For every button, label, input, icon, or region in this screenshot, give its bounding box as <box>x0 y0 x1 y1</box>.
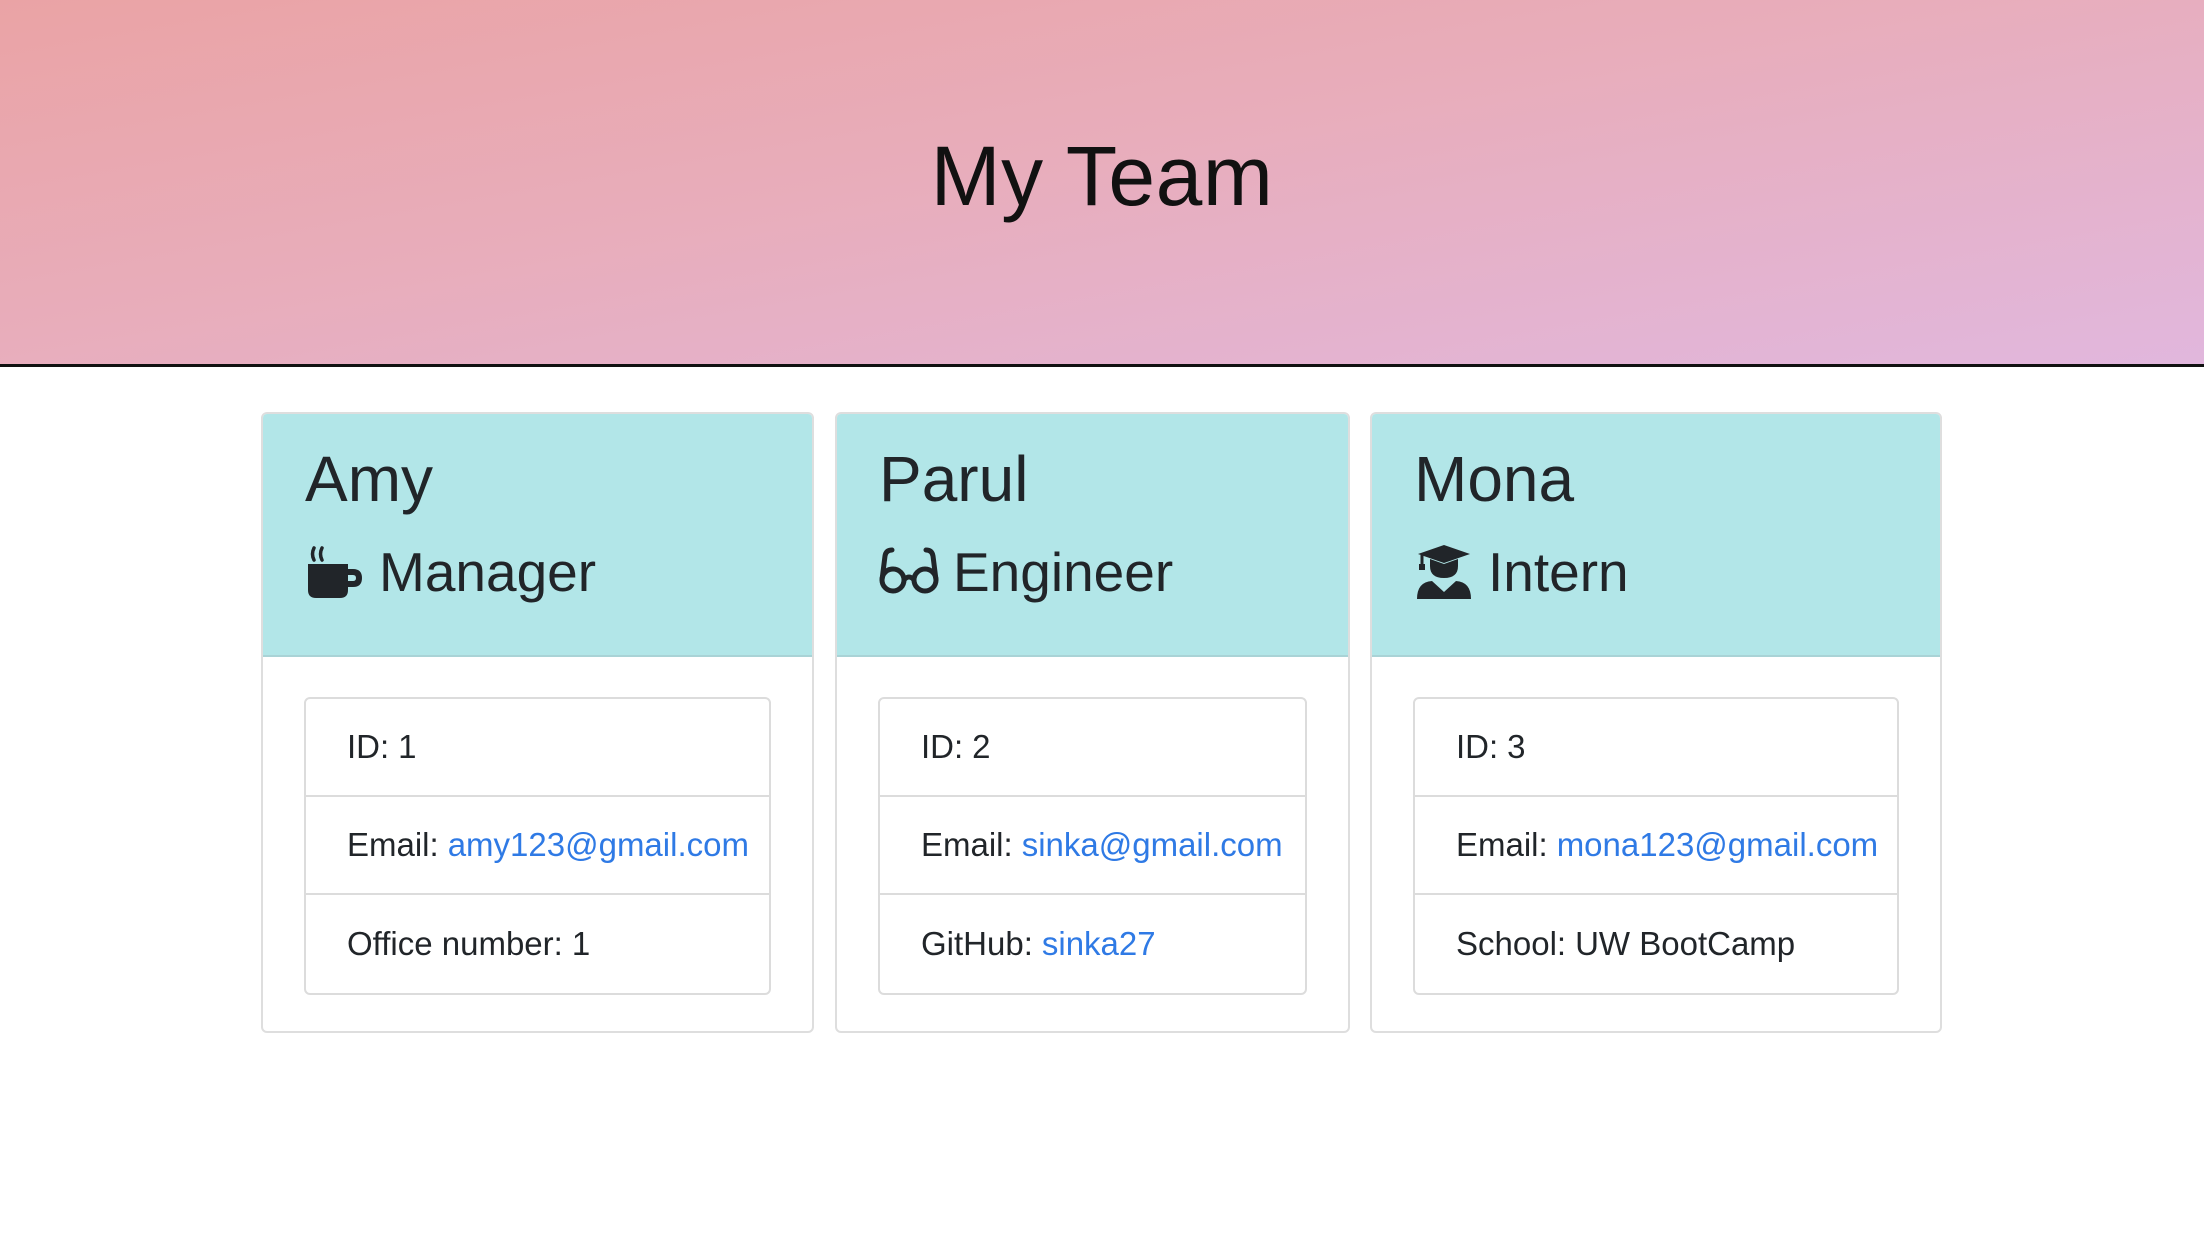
card-header: Parul Engineer <box>837 414 1348 657</box>
school-value: UW BootCamp <box>1575 925 1796 962</box>
id-label: ID: <box>347 728 390 765</box>
list-item-email: Email: amy123@gmail.com <box>306 797 769 895</box>
card-header: Amy Manager <box>263 414 812 657</box>
office-number-value: 1 <box>571 925 591 962</box>
id-label: ID: <box>1456 728 1499 765</box>
school-label: School: <box>1456 925 1567 962</box>
role-label: Engineer <box>953 541 1174 603</box>
header-banner: My Team <box>0 0 2204 367</box>
email-label: Email: <box>347 826 439 863</box>
list-item-id: ID: 1 <box>306 699 769 797</box>
employee-card-manager: Amy Manager ID: 1 Email: amy123@gmail.co… <box>261 412 814 1033</box>
details-list: ID: 2 Email: sinka@gmail.com GitHub: sin… <box>878 697 1307 995</box>
github-label: GitHub: <box>921 925 1033 962</box>
email-label: Email: <box>1456 826 1548 863</box>
details-list: ID: 1 Email: amy123@gmail.com Office num… <box>304 697 771 995</box>
employee-name: Parul <box>879 443 1029 515</box>
id-value: 2 <box>972 728 991 765</box>
id-value: 1 <box>398 728 417 765</box>
glasses-icon <box>879 542 939 602</box>
email-label: Email: <box>921 826 1013 863</box>
list-item-email: Email: mona123@gmail.com <box>1415 797 1897 895</box>
employee-role: Manager <box>305 536 596 608</box>
github-link[interactable]: sinka27 <box>1042 925 1156 963</box>
id-label: ID: <box>921 728 964 765</box>
employee-card-intern: Mona Intern ID: 3 Email: mona123@gmail.c… <box>1370 412 1942 1033</box>
email-link[interactable]: sinka@gmail.com <box>1022 826 1283 864</box>
employee-role: Engineer <box>879 536 1173 608</box>
role-label: Manager <box>379 541 597 603</box>
email-link[interactable]: mona123@gmail.com <box>1557 826 1878 864</box>
card-header: Mona Intern <box>1372 414 1940 657</box>
email-link[interactable]: amy123@gmail.com <box>448 826 749 864</box>
id-value: 3 <box>1507 728 1526 765</box>
office-number-label: Office number: <box>347 925 563 962</box>
details-list: ID: 3 Email: mona123@gmail.com School: U… <box>1413 697 1899 995</box>
graduate-icon <box>1414 542 1474 602</box>
list-item-id: ID: 3 <box>1415 699 1897 797</box>
employee-name: Mona <box>1414 443 1575 515</box>
list-item-github: GitHub: sinka27 <box>880 895 1305 993</box>
page-title: My Team <box>930 129 1274 223</box>
role-label: Intern <box>1488 541 1629 603</box>
list-item-email: Email: sinka@gmail.com <box>880 797 1305 895</box>
list-item-school: School: UW BootCamp <box>1415 895 1897 993</box>
list-item-office-number: Office number: 1 <box>306 895 769 993</box>
employee-role: Intern <box>1414 536 1629 608</box>
coffee-mug-icon <box>305 542 365 602</box>
employee-name: Amy <box>305 443 433 515</box>
list-item-id: ID: 2 <box>880 699 1305 797</box>
employee-card-engineer: Parul Engineer ID: 2 Email: sinka@gmail.… <box>835 412 1350 1033</box>
